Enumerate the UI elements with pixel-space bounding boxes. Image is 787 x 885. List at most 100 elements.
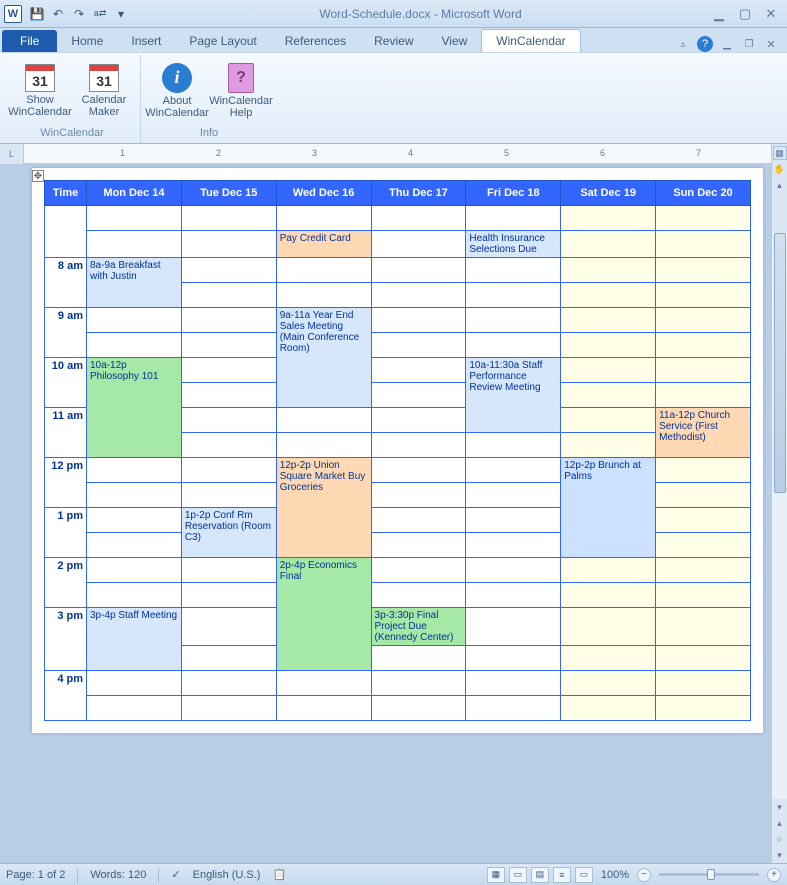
col-sun: Sun Dec 20: [656, 181, 751, 206]
table-row[interactable]: [45, 333, 751, 358]
doc-restore-icon[interactable]: ❐: [741, 36, 757, 52]
vertical-scrollbar[interactable]: ▦ ✋ ▴ ▾ ▴ ○ ▾: [771, 144, 787, 863]
tab-wincalendar[interactable]: WinCalendar: [481, 29, 580, 52]
horizontal-ruler[interactable]: 1 2 3 4 5 6 7: [24, 144, 787, 163]
doc-close-icon[interactable]: ✕: [763, 36, 779, 52]
ruler-corner[interactable]: L: [0, 144, 24, 164]
group-label: Info: [200, 125, 218, 141]
tab-references[interactable]: References: [271, 30, 360, 52]
zoom-slider-thumb[interactable]: [707, 869, 715, 880]
ruler-row: L 1 2 3 4 5 6 7: [0, 144, 787, 164]
print-layout-view-icon[interactable]: ▦: [487, 867, 505, 883]
doc-minimize-icon[interactable]: ▁: [719, 36, 735, 52]
table-row[interactable]: 3 pm 3p-4p Staff Meeting 3p-3:30p Final …: [45, 608, 751, 646]
table-row[interactable]: 9 am 9a-11a Year End Sales Meeting (Main…: [45, 308, 751, 333]
table-row[interactable]: [45, 206, 751, 231]
insert-mode-icon[interactable]: 📋: [272, 868, 286, 881]
wincalendar-help-button[interactable]: ? WinCalendar Help: [211, 57, 271, 125]
table-header-row: Time Mon Dec 14 Tue Dec 15 Wed Dec 16 Th…: [45, 181, 751, 206]
ribbon-minimize-icon[interactable]: ▵: [675, 36, 691, 52]
proofing-icon[interactable]: ✓: [171, 868, 180, 881]
about-wincalendar-button[interactable]: i About WinCalendar: [147, 57, 207, 125]
ruler-mark: 6: [600, 148, 605, 158]
close-button[interactable]: ✕: [763, 6, 779, 22]
prev-page-icon[interactable]: ▴: [773, 816, 787, 830]
table-row[interactable]: [45, 696, 751, 721]
event-staff-performance[interactable]: 10a-11:30a Staff Performance Review Meet…: [466, 358, 561, 433]
calendar-icon: 31: [89, 64, 119, 92]
event-staff-meeting[interactable]: 3p-4p Staff Meeting: [87, 608, 182, 671]
tab-home[interactable]: Home: [57, 30, 117, 52]
col-tue: Tue Dec 15: [181, 181, 276, 206]
word-count[interactable]: Words: 120: [90, 869, 146, 881]
redo-button[interactable]: ↷: [70, 5, 88, 23]
event-brunch[interactable]: 12p-2p Brunch at Palms: [561, 458, 656, 558]
page-status[interactable]: Page: 1 of 2: [6, 869, 65, 881]
event-economics-final[interactable]: 2p-4p Economics Final: [276, 558, 371, 671]
word-app-icon: W: [4, 5, 22, 23]
event-philosophy[interactable]: 10a-12p Philosophy 101: [87, 358, 182, 458]
document-page[interactable]: ✥ Time Mon Dec 14 Tue Dec 15 Wed Dec 16 …: [32, 168, 763, 733]
language-status[interactable]: English (U.S.): [193, 869, 261, 881]
show-wincalendar-button[interactable]: 31 Show WinCalendar: [10, 57, 70, 125]
event-final-project[interactable]: 3p-3:30p Final Project Due (Kennedy Cent…: [371, 608, 466, 646]
next-page-icon[interactable]: ▾: [773, 848, 787, 862]
table-move-handle-icon[interactable]: ✥: [32, 170, 44, 182]
table-row[interactable]: Pay Credit Card Health Insurance Selecti…: [45, 231, 751, 258]
schedule-table[interactable]: Time Mon Dec 14 Tue Dec 15 Wed Dec 16 Th…: [44, 180, 751, 721]
table-row[interactable]: 2 pm 2p-4p Economics Final: [45, 558, 751, 583]
table-row[interactable]: [45, 583, 751, 608]
zoom-out-button[interactable]: −: [637, 868, 651, 882]
table-row[interactable]: 8 am 8a-9a Breakfast with Justin: [45, 258, 751, 283]
ribbon: 31 Show WinCalendar 31 Calendar Maker Wi…: [0, 52, 787, 144]
fullscreen-reading-view-icon[interactable]: ▭: [509, 867, 527, 883]
tab-view[interactable]: View: [428, 30, 482, 52]
col-time: Time: [45, 181, 87, 206]
ruler-mark: 5: [504, 148, 509, 158]
scrollbar-thumb[interactable]: [774, 233, 786, 493]
document-area[interactable]: ✥ Time Mon Dec 14 Tue Dec 15 Wed Dec 16 …: [0, 164, 771, 863]
scroll-down-icon[interactable]: ▾: [773, 800, 787, 814]
event-sales-meeting[interactable]: 9a-11a Year End Sales Meeting (Main Conf…: [276, 308, 371, 408]
col-thu: Thu Dec 17: [371, 181, 466, 206]
ruler-mark: 1: [120, 148, 125, 158]
help-icon[interactable]: ?: [697, 36, 713, 52]
event-market[interactable]: 12p-2p Union Square Market Buy Groceries: [276, 458, 371, 558]
calendar-maker-button[interactable]: 31 Calendar Maker: [74, 57, 134, 125]
event-breakfast[interactable]: 8a-9a Breakfast with Justin: [87, 258, 182, 308]
maximize-button[interactable]: ▢: [737, 6, 753, 22]
hand-tool-icon[interactable]: ✋: [773, 162, 787, 176]
draft-view-icon[interactable]: ▭: [575, 867, 593, 883]
ribbon-tabs: File Home Insert Page Layout References …: [0, 28, 787, 52]
web-layout-view-icon[interactable]: ▤: [531, 867, 549, 883]
tab-page-layout[interactable]: Page Layout: [175, 30, 270, 52]
scroll-up-icon[interactable]: ▴: [773, 178, 787, 192]
quick-access-toolbar: 💾 ↶ ↷ a⇄ ▾: [28, 5, 130, 23]
ruler-mark: 7: [696, 148, 701, 158]
ruler-mark: 2: [216, 148, 221, 158]
qat-dropdown-icon[interactable]: ▾: [112, 5, 130, 23]
ruler-toggle-icon[interactable]: ▦: [773, 146, 787, 160]
undo-button[interactable]: ↶: [49, 5, 67, 23]
table-row[interactable]: 10 am 10a-12p Philosophy 101 10a-11:30a …: [45, 358, 751, 383]
language-button[interactable]: a⇄: [91, 5, 109, 23]
tab-review[interactable]: Review: [360, 30, 427, 52]
tab-insert[interactable]: Insert: [117, 30, 175, 52]
event-pay-credit[interactable]: Pay Credit Card: [276, 231, 371, 258]
browse-object-icon[interactable]: ○: [773, 832, 787, 846]
tab-file[interactable]: File: [2, 30, 57, 52]
save-button[interactable]: 💾: [28, 5, 46, 23]
event-health-insurance[interactable]: Health Insurance Selections Due: [466, 231, 561, 258]
zoom-slider[interactable]: [659, 873, 759, 876]
scrollbar-track[interactable]: [772, 233, 787, 799]
table-row[interactable]: 12 pm 12p-2p Union Square Market Buy Gro…: [45, 458, 751, 483]
table-row[interactable]: 4 pm: [45, 671, 751, 696]
minimize-button[interactable]: ▁: [711, 6, 727, 22]
ribbon-group-info: i About WinCalendar ? WinCalendar Help I…: [141, 55, 277, 143]
zoom-level[interactable]: 100%: [601, 869, 629, 881]
outline-view-icon[interactable]: ≡: [553, 867, 571, 883]
zoom-in-button[interactable]: +: [767, 868, 781, 882]
event-church[interactable]: 11a-12p Church Service (First Methodist): [656, 408, 751, 458]
event-conf-room[interactable]: 1p-2p Conf Rm Reservation (Room C3): [181, 508, 276, 558]
col-wed: Wed Dec 16: [276, 181, 371, 206]
